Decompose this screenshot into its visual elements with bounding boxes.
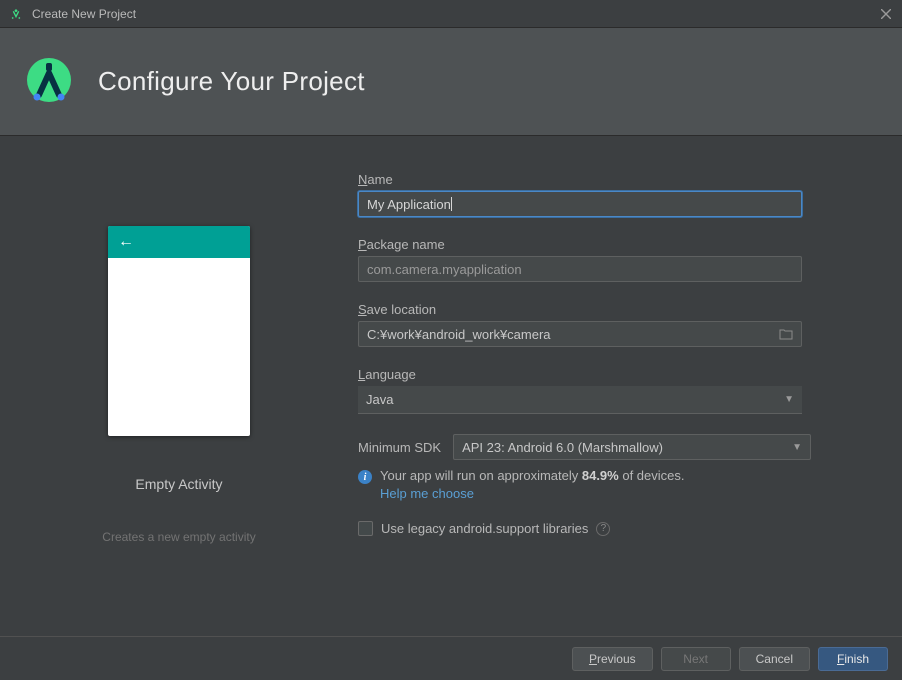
language-value: Java xyxy=(366,392,393,407)
main-content: ← Empty Activity Creates a new empty act… xyxy=(0,136,902,636)
legacy-label: Use legacy android.support libraries xyxy=(381,521,588,536)
chevron-down-icon: ▼ xyxy=(792,442,802,453)
window-title: Create New Project xyxy=(32,7,136,21)
field-package: Package name com.camera.myapplication xyxy=(358,237,862,282)
template-description: Creates a new empty activity xyxy=(102,530,255,544)
android-studio-logo-icon xyxy=(24,55,74,108)
page-title: Configure Your Project xyxy=(98,66,365,97)
name-label: Name xyxy=(358,172,862,187)
package-label: Package name xyxy=(358,237,862,252)
back-arrow-icon: ← xyxy=(118,234,134,250)
finish-button[interactable]: Finish xyxy=(818,647,888,671)
preview-column: ← Empty Activity Creates a new empty act… xyxy=(0,136,358,636)
info-text-prefix: Your app will run on approximately xyxy=(380,468,582,483)
help-icon[interactable]: ? xyxy=(596,522,610,536)
name-input-value: My Application xyxy=(367,197,451,212)
package-input[interactable]: com.camera.myapplication xyxy=(358,256,802,282)
field-min-sdk: Minimum SDK API 23: Android 6.0 (Marshma… xyxy=(358,434,862,501)
min-sdk-value: API 23: Android 6.0 (Marshmallow) xyxy=(462,440,663,455)
preview-app-bar: ← xyxy=(108,226,250,258)
package-input-value: com.camera.myapplication xyxy=(367,262,522,277)
field-name: Name My Application xyxy=(358,172,862,217)
template-preview: ← xyxy=(108,226,250,436)
min-sdk-select[interactable]: API 23: Android 6.0 (Marshmallow) ▼ xyxy=(453,434,811,460)
info-text-suffix: of devices. xyxy=(619,468,685,483)
form-column: Name My Application Package name com.cam… xyxy=(358,136,902,636)
save-location-label: Save location xyxy=(358,302,862,317)
titlebar: Create New Project xyxy=(0,0,902,28)
browse-folder-icon[interactable] xyxy=(777,326,795,342)
next-button: Next xyxy=(661,647,731,671)
banner: Configure Your Project xyxy=(0,28,902,136)
cancel-button[interactable]: Cancel xyxy=(739,647,810,671)
info-percent: 84.9% xyxy=(582,468,619,483)
template-title: Empty Activity xyxy=(135,476,222,492)
save-location-input[interactable]: C:¥work¥android_work¥camera xyxy=(358,321,802,347)
info-icon: i xyxy=(358,470,372,484)
legacy-libraries-row: Use legacy android.support libraries ? xyxy=(358,521,862,536)
save-location-value: C:¥work¥android_work¥camera xyxy=(367,327,551,342)
close-icon[interactable] xyxy=(878,6,894,22)
name-input[interactable]: My Application xyxy=(358,191,802,217)
field-language: Language Java ▼ xyxy=(358,367,862,414)
help-me-choose-link[interactable]: Help me choose xyxy=(380,486,474,501)
chevron-down-icon: ▼ xyxy=(784,394,794,405)
language-label: Language xyxy=(358,367,862,382)
field-save-location: Save location C:¥work¥android_work¥camer… xyxy=(358,302,862,347)
android-studio-icon xyxy=(8,6,24,22)
sdk-info: i Your app will run on approximately 84.… xyxy=(358,468,862,484)
legacy-checkbox[interactable] xyxy=(358,521,373,536)
language-select[interactable]: Java ▼ xyxy=(358,386,802,414)
min-sdk-label: Minimum SDK xyxy=(358,440,441,455)
previous-button[interactable]: Previous xyxy=(572,647,653,671)
footer: Previous Next Cancel Finish xyxy=(0,636,902,680)
